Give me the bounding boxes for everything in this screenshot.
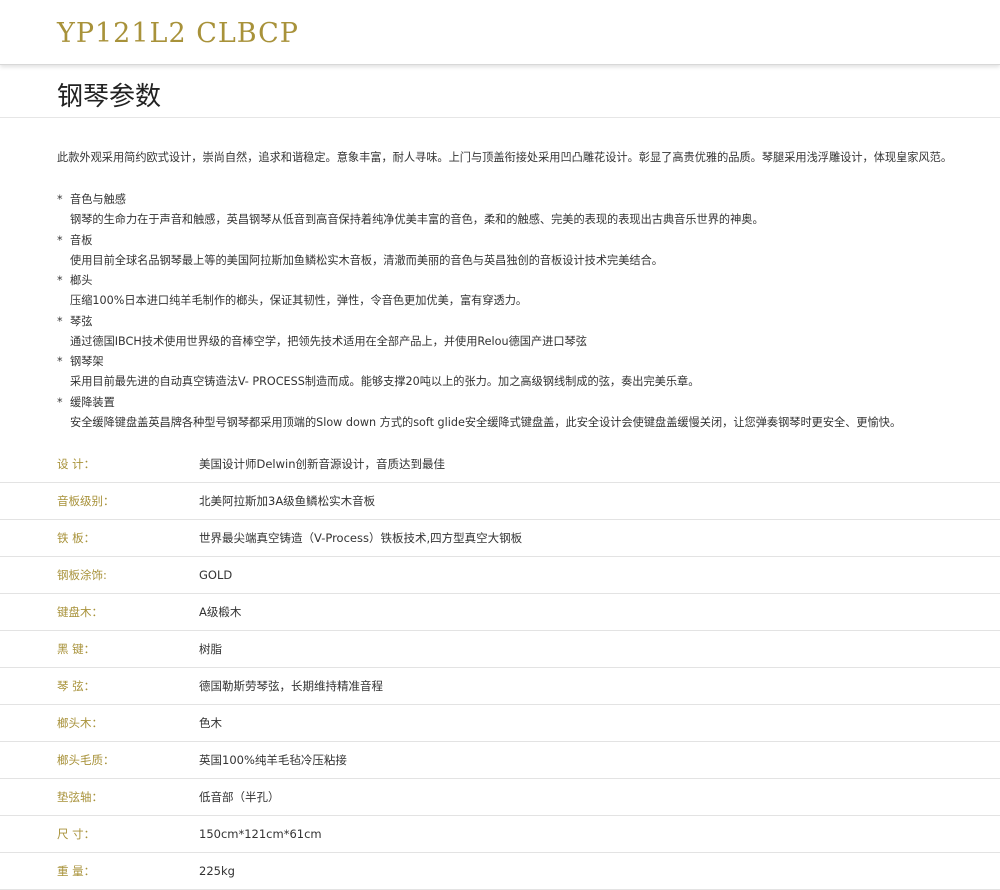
table-row: 设 计： 美国设计师Delwin创新音源设计，音质达到最佳 xyxy=(0,446,1000,483)
table-row: 铁 板： 世界最尖端真空铸造（V-Process）铁板技术,四方型真空大钢板 xyxy=(0,519,1000,557)
model-title: YP121L2 CLBCP xyxy=(57,18,299,49)
spec-label: 榔头毛质： xyxy=(0,741,199,779)
spec-value: 英国100%纯羊毛毡冷压粘接 xyxy=(199,741,1000,779)
feature-item-hammer: * 榔头 压缩100%日本进口纯羊毛制作的榔头，保证其韧性，弹性，令音色更加优美，… xyxy=(57,272,997,313)
feature-title: 音板 xyxy=(70,233,93,247)
bullet-star: * xyxy=(57,314,63,328)
table-row: 榔头毛质： 英国100%纯羊毛毡冷压粘接 xyxy=(0,741,1000,779)
table-row: 钢板涂饰: GOLD xyxy=(0,556,1000,594)
spec-label: 琴 弦： xyxy=(0,667,199,705)
section-divider xyxy=(0,117,1000,118)
spec-value: A级椴木 xyxy=(199,593,1000,631)
spec-label: 垫弦轴： xyxy=(0,778,199,816)
spec-label: 键盘木： xyxy=(0,593,199,631)
spec-value: 色木 xyxy=(199,704,1000,742)
spec-label: 设 计： xyxy=(0,446,199,483)
spec-value: 世界最尖端真空铸造（V-Process）铁板技术,四方型真空大钢板 xyxy=(199,519,1000,557)
bullet-star: * xyxy=(57,395,63,409)
spec-value: GOLD xyxy=(199,556,1000,594)
feature-title: 榔头 xyxy=(70,274,93,287)
feature-title: 钢琴架 xyxy=(70,355,104,368)
feature-title: 音色与触感 xyxy=(70,193,126,206)
feature-desc: 采用目前最先进的自动真空铸造法V- PROCESS制造而成。能够支撑20吨以上的… xyxy=(70,375,700,388)
spec-value: 150cm*121cm*61cm xyxy=(199,815,1000,853)
section-title: 钢琴参数 xyxy=(57,82,162,112)
bullet-star: * xyxy=(57,193,63,206)
table-row: 榔头木： 色木 xyxy=(0,704,1000,742)
table-row: 垫弦轴： 低音部（半孔） xyxy=(0,778,1000,816)
spec-label: 尺 寸： xyxy=(0,815,199,853)
bullet-star: * xyxy=(57,274,63,287)
feature-desc: 使用目前全球名品钢琴最上等的美国阿拉斯加鱼鳞松实木音板，清澈而美丽的音色与英昌独… xyxy=(70,253,663,267)
bullet-star: * xyxy=(57,355,63,368)
spec-label: 榔头木： xyxy=(0,704,199,742)
table-row: 黑 键： 树脂 xyxy=(0,630,1000,668)
table-row: 键盘木： A级椴木 xyxy=(0,593,1000,631)
spec-value: 德国勒斯劳琴弦，长期维持精准音程 xyxy=(199,667,1000,705)
table-row: 琴 弦： 德国勒斯劳琴弦，长期维持精准音程 xyxy=(0,667,1000,705)
feature-desc: 压缩100%日本进口纯羊毛制作的榔头，保证其韧性，弹性，令音色更加优美，富有穿透… xyxy=(70,294,528,307)
spec-value: 树脂 xyxy=(199,630,1000,668)
feature-title: 缓降装置 xyxy=(70,395,115,409)
intro-paragraph: 此款外观采用简约欧式设计，崇尚自然，追求和谐稳定。意象丰富，耐人寻味。上门与顶盖… xyxy=(57,151,953,164)
spec-table: 设 计： 美国设计师Delwin创新音源设计，音质达到最佳 音板级别： 北美阿拉… xyxy=(0,446,1000,890)
spec-value: 美国设计师Delwin创新音源设计，音质达到最佳 xyxy=(199,446,1000,483)
table-row: 尺 寸： 150cm*121cm*61cm xyxy=(0,815,1000,853)
bullet-star: * xyxy=(57,233,63,247)
spec-value: 北美阿拉斯加3A级鱼鳞松实木音板 xyxy=(199,482,1000,520)
page-header: YP121L2 CLBCP xyxy=(0,0,1000,65)
spec-label: 音板级别： xyxy=(0,482,199,520)
feature-item-tone: * 音色与触感 钢琴的生命力在于声音和触感，英昌钢琴从低音到高音保持着纯净优美丰富… xyxy=(57,191,997,232)
feature-desc: 安全缓降键盘盖英昌牌各种型号钢琴都采用顶端的Slow down 方式的soft … xyxy=(70,415,902,429)
feature-title: 琴弦 xyxy=(70,314,93,328)
feature-item-strings: * 琴弦 通过德国IBCH技术使用世界级的音棒空学，把领先技术适用在全部产品上，并… xyxy=(57,313,997,354)
feature-item-soundboard: * 音板 使用目前全球名品钢琴最上等的美国阿拉斯加鱼鳞松实木音板，清澈而美丽的音色… xyxy=(57,232,997,273)
feature-desc: 通过德国IBCH技术使用世界级的音棒空学，把领先技术适用在全部产品上，并使用Re… xyxy=(70,334,587,348)
feature-desc: 钢琴的生命力在于声音和触感，英昌钢琴从低音到高音保持着纯净优美丰富的音色，柔和的… xyxy=(70,213,764,226)
spec-label: 钢板涂饰: xyxy=(0,556,199,594)
feature-item-frame: * 钢琴架 采用目前最先进的自动真空铸造法V- PROCESS制造而成。能够支撑2… xyxy=(57,353,997,394)
spec-label: 铁 板： xyxy=(0,519,199,557)
spec-value: 低音部（半孔） xyxy=(199,778,1000,816)
spec-label: 黑 键： xyxy=(0,630,199,668)
feature-list: * 音色与触感 钢琴的生命力在于声音和触感，英昌钢琴从低音到高音保持着纯净优美丰富… xyxy=(57,191,997,434)
table-row: 音板级别： 北美阿拉斯加3A级鱼鳞松实木音板 xyxy=(0,482,1000,520)
feature-item-soft-close: * 缓降装置 安全缓降键盘盖英昌牌各种型号钢琴都采用顶端的Slow down 方式… xyxy=(57,394,997,435)
